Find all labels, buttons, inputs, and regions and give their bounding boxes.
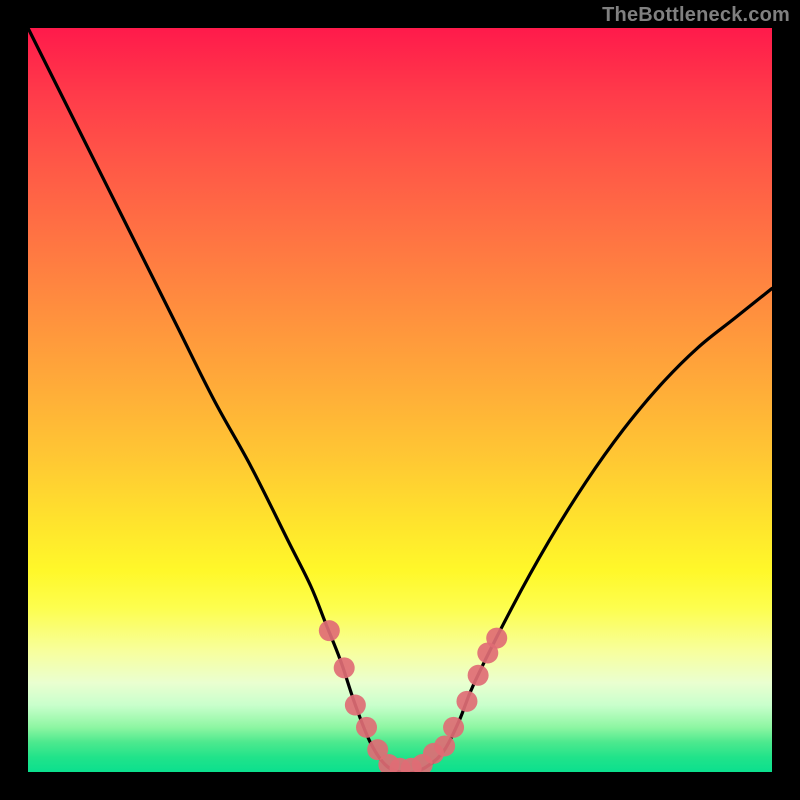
- marker-dot: [486, 628, 507, 649]
- marker-dot: [356, 717, 377, 738]
- curve-layer: [28, 28, 772, 772]
- chart-frame: TheBottleneck.com: [0, 0, 800, 800]
- marker-dot: [319, 620, 340, 641]
- marker-dot: [345, 695, 366, 716]
- watermark-text: TheBottleneck.com: [602, 4, 790, 27]
- marker-dot: [434, 735, 455, 756]
- bottleneck-curve-path: [28, 28, 772, 772]
- marker-dot: [443, 717, 464, 738]
- highlighted-points-group: [319, 620, 507, 772]
- plot-area: [28, 28, 772, 772]
- marker-dot: [468, 665, 489, 686]
- marker-dot: [334, 657, 355, 678]
- marker-dot: [456, 691, 477, 712]
